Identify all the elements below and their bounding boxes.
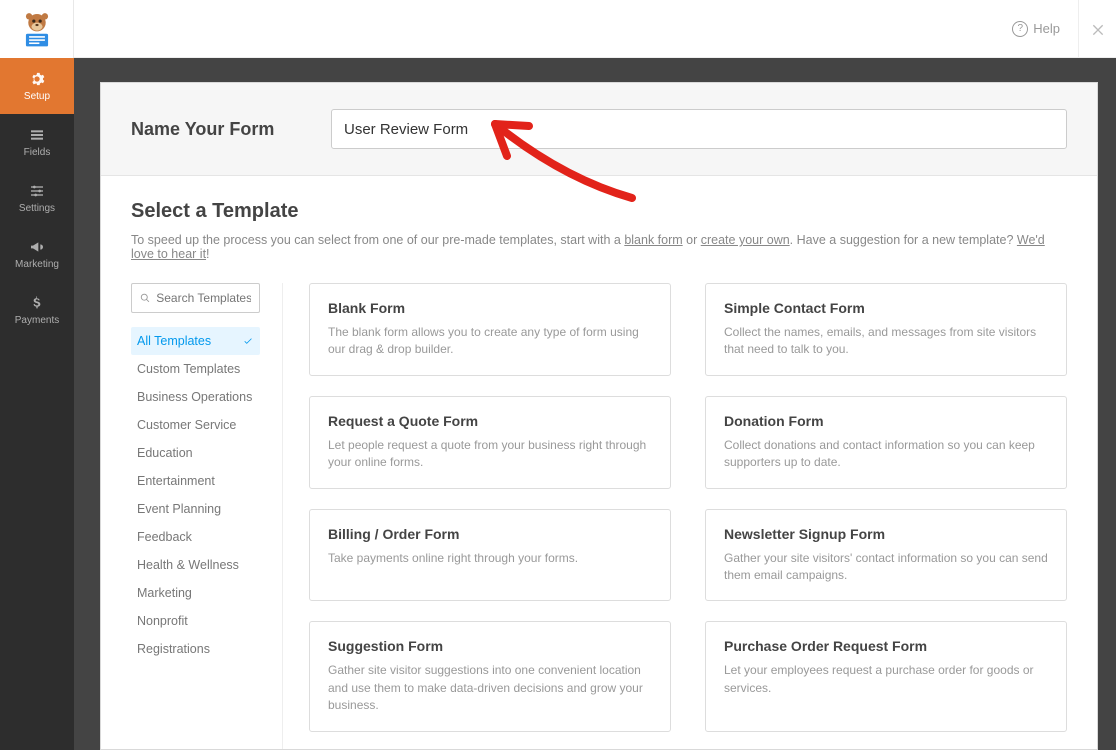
sidebar-item-settings[interactable]: Settings: [0, 170, 74, 226]
help-icon: ?: [1012, 21, 1028, 37]
name-form-label: Name Your Form: [131, 119, 331, 140]
sliders-icon: [27, 183, 47, 199]
template-title: Billing / Order Form: [328, 526, 652, 542]
category-item[interactable]: Feedback: [131, 523, 260, 551]
check-icon: [242, 336, 254, 346]
logo-icon: [18, 10, 56, 48]
category-item[interactable]: Education: [131, 439, 260, 467]
category-item[interactable]: Event Planning: [131, 495, 260, 523]
template-title: Purchase Order Request Form: [724, 638, 1048, 654]
template-card[interactable]: Blank Form The blank form allows you to c…: [309, 283, 671, 376]
sidebar: Setup Fields Settings Marketing Payments: [0, 58, 74, 750]
template-title: Donation Form: [724, 413, 1048, 429]
subtext-part: !: [206, 247, 209, 261]
subtext-part: or: [683, 233, 701, 247]
category-item[interactable]: Entertainment: [131, 467, 260, 495]
sidebar-item-label: Payments: [15, 315, 59, 326]
close-button[interactable]: [1078, 0, 1116, 58]
app-logo: [0, 0, 74, 58]
category-item[interactable]: Health & Wellness: [131, 551, 260, 579]
template-card[interactable]: Purchase Order Request Form Let your empl…: [705, 621, 1067, 731]
sidebar-item-label: Fields: [24, 147, 51, 158]
sidebar-item-label: Setup: [24, 91, 50, 102]
sidebar-item-setup[interactable]: Setup: [0, 58, 74, 114]
template-desc: Collect the names, emails, and messages …: [724, 324, 1048, 359]
template-title: Newsletter Signup Form: [724, 526, 1048, 542]
dollar-icon: [27, 295, 47, 311]
category-item[interactable]: Custom Templates: [131, 355, 260, 383]
template-desc: The blank form allows you to create any …: [328, 324, 652, 359]
sidebar-item-label: Settings: [19, 203, 55, 214]
sidebar-item-marketing[interactable]: Marketing: [0, 226, 74, 282]
template-card[interactable]: Suggestion Form Gather site visitor sugge…: [309, 621, 671, 731]
sidebar-item-fields[interactable]: Fields: [0, 114, 74, 170]
category-item[interactable]: Nonprofit: [131, 607, 260, 635]
subtext-part: . Have a suggestion for a new template?: [790, 233, 1017, 247]
setup-modal: Name Your Form Select a Template To spee…: [100, 82, 1098, 750]
category-item[interactable]: All Templates: [131, 327, 260, 355]
template-grid-panel: Blank Form The blank form allows you to c…: [309, 283, 1067, 750]
template-categories-panel: All Templates Custom TemplatesBusiness Op…: [131, 283, 283, 750]
template-title: Blank Form: [328, 300, 652, 316]
template-title: Request a Quote Form: [328, 413, 652, 429]
template-card[interactable]: Request a Quote Form Let people request a…: [309, 396, 671, 489]
template-card[interactable]: Simple Contact Form Collect the names, em…: [705, 283, 1067, 376]
sidebar-item-payments[interactable]: Payments: [0, 282, 74, 338]
search-input[interactable]: [156, 291, 251, 305]
list-icon: [27, 127, 47, 143]
subtext-part: To speed up the process you can select f…: [131, 233, 624, 247]
megaphone-icon: [27, 239, 47, 255]
help-link[interactable]: ? Help: [1012, 21, 1060, 37]
select-template-subtext: To speed up the process you can select f…: [131, 233, 1067, 261]
template-desc: Gather your site visitors' contact infor…: [724, 550, 1048, 585]
modal-header: Name Your Form: [101, 83, 1097, 176]
category-item[interactable]: Business Operations: [131, 383, 260, 411]
template-desc: Let people request a quote from your bus…: [328, 437, 652, 472]
template-desc: Take payments online right through your …: [328, 550, 652, 567]
template-desc: Let your employees request a purchase or…: [724, 662, 1048, 697]
template-desc: Collect donations and contact informatio…: [724, 437, 1048, 472]
create-own-link[interactable]: create your own: [701, 233, 790, 247]
sidebar-item-label: Marketing: [15, 259, 59, 270]
template-search[interactable]: [131, 283, 260, 313]
help-label: Help: [1033, 21, 1060, 36]
template-title: Simple Contact Form: [724, 300, 1048, 316]
topbar: ? Help: [0, 0, 1116, 58]
category-item[interactable]: Registrations: [131, 635, 260, 663]
template-title: Suggestion Form: [328, 638, 652, 654]
search-icon: [140, 292, 150, 304]
template-card[interactable]: Newsletter Signup Form Gather your site v…: [705, 509, 1067, 602]
blank-form-link[interactable]: blank form: [624, 233, 682, 247]
form-name-input[interactable]: [331, 109, 1067, 149]
template-desc: Gather site visitor suggestions into one…: [328, 662, 652, 714]
select-template-heading: Select a Template: [131, 200, 1067, 223]
template-card[interactable]: Donation Form Collect donations and conta…: [705, 396, 1067, 489]
category-label: All Templates: [137, 334, 211, 348]
category-item[interactable]: Customer Service: [131, 411, 260, 439]
category-item[interactable]: Marketing: [131, 579, 260, 607]
category-list: All Templates Custom TemplatesBusiness Op…: [131, 327, 260, 663]
gear-icon: [27, 71, 47, 87]
template-card[interactable]: Billing / Order Form Take payments online…: [309, 509, 671, 602]
close-icon: [1090, 21, 1106, 37]
